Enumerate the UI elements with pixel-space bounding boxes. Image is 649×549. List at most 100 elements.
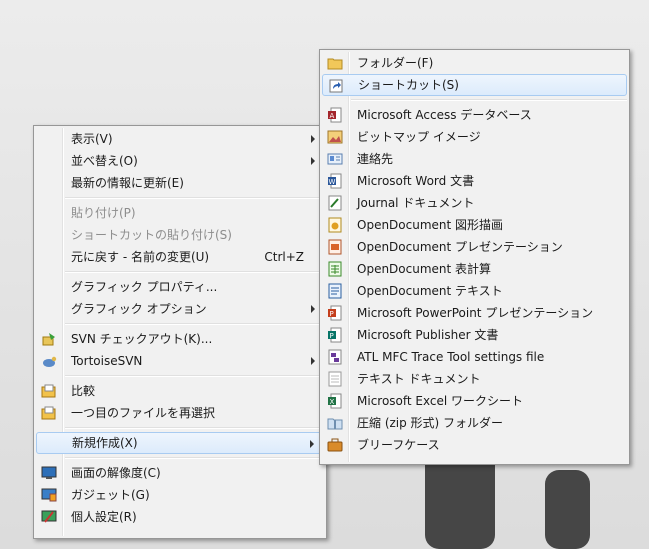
folder-icon bbox=[327, 55, 343, 71]
new-item-text-document[interactable]: テキスト ドキュメント bbox=[322, 368, 627, 390]
menu-item-screen-resolution[interactable]: 画面の解像度(C) bbox=[36, 462, 324, 484]
wallpaper-figure-right bbox=[545, 470, 590, 549]
new-item-atl-mfc-trace[interactable]: ATL MFC Trace Tool settings file bbox=[322, 346, 627, 368]
menu-item-sort[interactable]: 並べ替え(O) bbox=[36, 150, 324, 172]
menu-item-label: 個人設定(R) bbox=[71, 510, 137, 524]
menu-item-label: Microsoft Word 文書 bbox=[357, 174, 475, 188]
menu-item-label: Microsoft Access データベース bbox=[357, 108, 532, 122]
menu-item-personalize[interactable]: 個人設定(R) bbox=[36, 506, 324, 528]
excel-icon: X bbox=[327, 393, 343, 409]
menu-item-graphics-properties[interactable]: グラフィック プロパティ... bbox=[36, 276, 324, 298]
menu-item-label: OpenDocument 表計算 bbox=[357, 262, 492, 276]
menu-item-svn-checkout[interactable]: SVN チェックアウト(K)... bbox=[36, 328, 324, 350]
menu-item-label: 連絡先 bbox=[357, 152, 394, 166]
menu-item-label: OpenDocument テキスト bbox=[357, 284, 503, 298]
menu-separator bbox=[65, 197, 324, 199]
od-spreadsheet-icon bbox=[327, 261, 343, 277]
journal-icon bbox=[327, 195, 343, 211]
menu-item-label: Microsoft Excel ワークシート bbox=[357, 394, 524, 408]
svg-text:P: P bbox=[330, 332, 334, 340]
od-presentation-icon bbox=[327, 239, 343, 255]
desktop-context-menu: 表示(V) 並べ替え(O) 最新の情報に更新(E) 貼り付け(P) ショートカッ… bbox=[33, 125, 327, 539]
svg-text:W: W bbox=[329, 178, 336, 186]
menu-separator bbox=[65, 457, 324, 459]
bitmap-icon bbox=[327, 129, 343, 145]
shortcut-icon bbox=[328, 78, 344, 94]
menu-item-label: 比較 bbox=[71, 384, 96, 398]
menu-item-label: テキスト ドキュメント bbox=[357, 372, 481, 386]
new-item-od-text[interactable]: OpenDocument テキスト bbox=[322, 280, 627, 302]
menu-item-label: TortoiseSVN bbox=[71, 354, 143, 368]
reselect-icon bbox=[41, 405, 57, 421]
tortoise-icon bbox=[41, 353, 57, 369]
display-icon bbox=[41, 465, 57, 481]
menu-item-new[interactable]: 新規作成(X) bbox=[36, 432, 324, 454]
new-item-contact[interactable]: 連絡先 bbox=[322, 148, 627, 170]
menu-item-label: OpenDocument プレゼンテーション bbox=[357, 240, 563, 254]
od-text-icon bbox=[327, 283, 343, 299]
powerpoint-icon: P bbox=[327, 305, 343, 321]
new-item-od-spreadsheet[interactable]: OpenDocument 表計算 bbox=[322, 258, 627, 280]
new-item-zip-folder[interactable]: 圧縮 (zip 形式) フォルダー bbox=[322, 412, 627, 434]
menu-item-label: グラフィック プロパティ... bbox=[71, 280, 218, 294]
access-icon: A bbox=[327, 107, 343, 123]
zip-folder-icon bbox=[327, 415, 343, 431]
menu-item-view[interactable]: 表示(V) bbox=[36, 128, 324, 150]
menu-item-label: Microsoft Publisher 文書 bbox=[357, 328, 499, 342]
menu-item-label: SVN チェックアウト(K)... bbox=[71, 332, 213, 346]
text-document-icon bbox=[327, 371, 343, 387]
new-item-publisher[interactable]: P Microsoft Publisher 文書 bbox=[322, 324, 627, 346]
new-submenu: フォルダー(F) ショートカット(S) A Microsoft Access デ… bbox=[319, 49, 630, 465]
menu-item-label: ショートカットの貼り付け(S) bbox=[71, 228, 232, 242]
word-icon: W bbox=[327, 173, 343, 189]
menu-item-undo-rename[interactable]: 元に戻す - 名前の変更(U) Ctrl+Z bbox=[36, 246, 324, 268]
new-item-journal[interactable]: Journal ドキュメント bbox=[322, 192, 627, 214]
new-item-od-draw[interactable]: OpenDocument 図形描画 bbox=[322, 214, 627, 236]
menu-item-label: 表示(V) bbox=[71, 132, 113, 146]
menu-item-label: ショートカット(S) bbox=[358, 78, 459, 92]
new-item-access[interactable]: A Microsoft Access データベース bbox=[322, 104, 627, 126]
svg-text:A: A bbox=[330, 112, 335, 120]
new-item-word[interactable]: W Microsoft Word 文書 bbox=[322, 170, 627, 192]
menu-item-label: ガジェット(G) bbox=[71, 488, 150, 502]
svn-checkout-icon bbox=[41, 331, 57, 347]
submenu-arrow-icon bbox=[310, 440, 314, 448]
menu-item-paste[interactable]: 貼り付け(P) bbox=[36, 202, 324, 224]
menu-separator bbox=[65, 375, 324, 377]
menu-separator bbox=[65, 271, 324, 273]
menu-item-refresh[interactable]: 最新の情報に更新(E) bbox=[36, 172, 324, 194]
menu-item-label: 並べ替え(O) bbox=[71, 154, 138, 168]
menu-item-label: 一つ目のファイルを再選択 bbox=[71, 406, 216, 420]
submenu-arrow-icon bbox=[311, 305, 315, 313]
menu-item-compare[interactable]: 比較 bbox=[36, 380, 324, 402]
new-item-powerpoint[interactable]: P Microsoft PowerPoint プレゼンテーション bbox=[322, 302, 627, 324]
compare-icon bbox=[41, 383, 57, 399]
submenu-arrow-icon bbox=[311, 135, 315, 143]
gadget-icon bbox=[41, 487, 57, 503]
od-draw-icon bbox=[327, 217, 343, 233]
menu-item-label: 画面の解像度(C) bbox=[71, 466, 161, 480]
menu-separator bbox=[65, 323, 324, 325]
menu-item-label: Journal ドキュメント bbox=[357, 196, 475, 210]
menu-item-tortoisesvn[interactable]: TortoiseSVN bbox=[36, 350, 324, 372]
new-item-folder[interactable]: フォルダー(F) bbox=[322, 52, 627, 74]
menu-item-label: 最新の情報に更新(E) bbox=[71, 176, 184, 190]
submenu-arrow-icon bbox=[311, 357, 315, 365]
menu-item-graphics-options[interactable]: グラフィック オプション bbox=[36, 298, 324, 320]
menu-item-label: Microsoft PowerPoint プレゼンテーション bbox=[357, 306, 594, 320]
menu-separator bbox=[351, 99, 627, 101]
menu-item-gadgets[interactable]: ガジェット(G) bbox=[36, 484, 324, 506]
menu-item-label: フォルダー(F) bbox=[357, 56, 434, 70]
new-item-excel[interactable]: X Microsoft Excel ワークシート bbox=[322, 390, 627, 412]
new-item-shortcut[interactable]: ショートカット(S) bbox=[322, 74, 627, 96]
menu-item-shortcut: Ctrl+Z bbox=[264, 250, 304, 264]
svg-text:X: X bbox=[330, 398, 335, 406]
menu-item-label: ビットマップ イメージ bbox=[357, 130, 481, 144]
new-item-od-presentation[interactable]: OpenDocument プレゼンテーション bbox=[322, 236, 627, 258]
menu-item-label: 新規作成(X) bbox=[72, 436, 138, 450]
briefcase-icon bbox=[327, 437, 343, 453]
menu-item-paste-shortcut[interactable]: ショートカットの貼り付け(S) bbox=[36, 224, 324, 246]
menu-item-reselect-file[interactable]: 一つ目のファイルを再選択 bbox=[36, 402, 324, 424]
new-item-bitmap[interactable]: ビットマップ イメージ bbox=[322, 126, 627, 148]
new-item-briefcase[interactable]: ブリーフケース bbox=[322, 434, 627, 456]
